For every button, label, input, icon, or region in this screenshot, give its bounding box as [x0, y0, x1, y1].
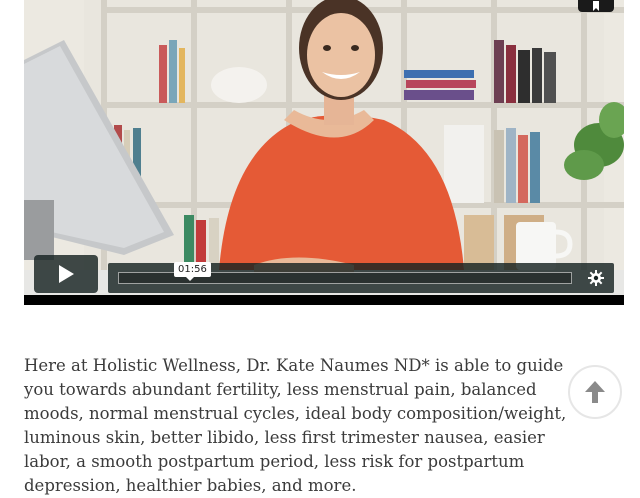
article-paragraph: Here at Holistic Wellness, Dr. Kate Naum… [24, 356, 567, 495]
current-time-tooltip: 01:56 [174, 262, 211, 281]
video-controls: 01:56 [34, 255, 614, 293]
bookmark-icon [593, 1, 599, 11]
gear-icon [588, 270, 604, 286]
video-player[interactable]: 01:56 [24, 0, 624, 305]
progress-bar: 01:56 [108, 262, 614, 293]
play-icon [59, 265, 74, 283]
arrow-up-icon [585, 381, 605, 403]
bookmark-button[interactable] [578, 0, 614, 12]
back-to-top-button[interactable] [568, 365, 622, 419]
play-button[interactable] [34, 255, 98, 293]
settings-button[interactable] [588, 270, 604, 286]
